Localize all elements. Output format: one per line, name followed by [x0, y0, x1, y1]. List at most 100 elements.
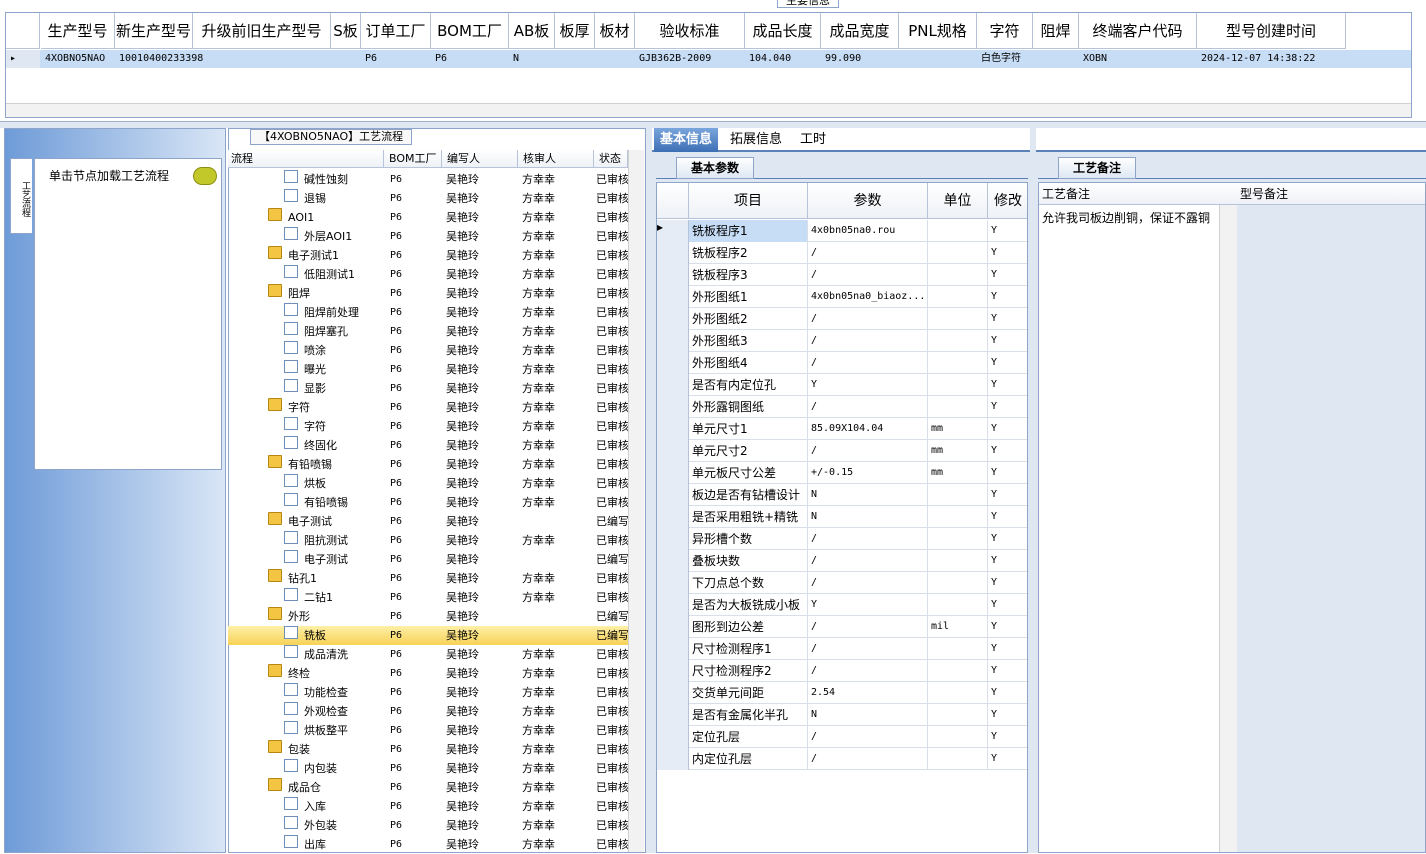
table-cell[interactable]: 4XOBNO5NAO [41, 50, 115, 68]
row-selector[interactable] [657, 726, 689, 748]
vertical-scrollbar[interactable] [628, 150, 644, 852]
tree-node[interactable]: 二钻1 P6 吴艳玲 方幸幸 已审核 [228, 588, 628, 607]
column-header[interactable]: 生产型号 [41, 13, 115, 49]
row-selector[interactable] [657, 242, 689, 264]
column-header[interactable]: 型号创建时间 [1197, 13, 1346, 49]
table-row[interactable]: 铣板程序2/ Y [657, 242, 1027, 264]
tree-column-header[interactable]: 核审人 [520, 150, 594, 168]
tree-node[interactable]: AOI1 P6 吴艳玲 方幸幸 已审核 [228, 208, 628, 227]
column-header[interactable]: 板材 [595, 13, 635, 49]
table-cell[interactable] [193, 50, 331, 68]
column-header[interactable]: 单位 [928, 183, 988, 219]
table-cell[interactable]: 99.090 [821, 50, 899, 68]
table-cell[interactable]: Y [808, 374, 928, 396]
table-cell[interactable]: 104.040 [745, 50, 821, 68]
tree-node[interactable]: 退锡 P6 吴艳玲 方幸幸 已审核 [228, 189, 628, 208]
tab-process-note[interactable]: 工艺备注 [1058, 157, 1136, 179]
table-cell[interactable]: N [808, 506, 928, 528]
table-cell[interactable]: / [808, 264, 928, 286]
tree-node[interactable]: 字符 P6 吴艳玲 方幸幸 已审核 [228, 398, 628, 417]
table-cell[interactable]: 4x0bn05na0.rou [808, 220, 928, 242]
table-row[interactable]: 外形图纸1 4x0bn05na0_biaoz... Y [657, 286, 1027, 308]
table-row[interactable]: 是否为大板铣成小板 Y Y [657, 594, 1027, 616]
tree-node[interactable]: 功能检查 P6 吴艳玲 方幸幸 已审核 [228, 683, 628, 702]
tree-node[interactable]: 终固化 P6 吴艳玲 方幸幸 已审核 [228, 436, 628, 455]
column-header[interactable]: 阻焊 [1033, 13, 1079, 49]
main-info-grid[interactable]: 生产型号 新生产型号 升级前旧生产型号 S板 订单工厂 BOM工厂 AB板 板厚 板材 验收标准成… [5, 12, 1412, 118]
table-cell[interactable] [595, 50, 635, 68]
tree-node[interactable]: 低阻测试1 P6 吴艳玲 方幸幸 已审核 [228, 265, 628, 284]
table-cell[interactable] [1033, 50, 1079, 68]
row-selector[interactable] [657, 264, 689, 286]
tree-node[interactable]: 烘板 P6 吴艳玲 方幸幸 已审核 [228, 474, 628, 493]
tree-node[interactable]: 外层AOI1 P6 吴艳玲 方幸幸 已审核 [228, 227, 628, 246]
column-header[interactable]: 成品宽度 [821, 13, 899, 49]
table-cell[interactable]: / [808, 726, 928, 748]
table-row[interactable]: 外形图纸4/ Y [657, 352, 1027, 374]
tree-node[interactable]: 碱性蚀刻 P6 吴艳玲 方幸幸 已审核 [228, 170, 628, 189]
tree-column-header[interactable]: BOM工厂 [386, 150, 442, 168]
tree-column-header[interactable]: 状态 [596, 150, 628, 168]
table-cell[interactable]: 2024-12-07 14:38:22 [1197, 50, 1346, 68]
column-header[interactable]: PNL规格 [899, 13, 977, 49]
table-row[interactable]: 图形到边公差 / mil Y [657, 616, 1027, 638]
horizontal-scrollbar[interactable] [6, 103, 1411, 117]
table-cell[interactable] [899, 50, 977, 68]
table-cell[interactable]: / [808, 440, 928, 462]
row-selector[interactable] [657, 550, 689, 572]
tree-node[interactable]: 阻焊 P6 吴艳玲 方幸幸 已审核 [228, 284, 628, 303]
row-selector[interactable] [657, 506, 689, 528]
tree-node[interactable]: 字符 P6 吴艳玲 方幸幸 已审核 [228, 417, 628, 436]
table-cell[interactable]: / [808, 748, 928, 770]
column-header[interactable]: AB板 [509, 13, 555, 49]
process-flow-vertical-tab[interactable]: 工艺流程 [10, 158, 32, 234]
tree-node[interactable]: 有铅喷锡 P6 吴艳玲 方幸幸 已审核 [228, 455, 628, 474]
column-header[interactable]: 终端客户代码 [1079, 13, 1197, 49]
table-row[interactable]: 外形露铜图纸 / Y [657, 396, 1027, 418]
table-row[interactable]: 尺寸检测程序1/ Y [657, 638, 1027, 660]
detail-tab[interactable]: 拓展信息 [724, 128, 788, 152]
row-selector[interactable] [657, 748, 689, 770]
table-row[interactable]: 下刀点总个数 / Y [657, 572, 1027, 594]
table-cell[interactable]: GJB362B-2009 [635, 50, 745, 68]
column-header[interactable]: BOM工厂 [431, 13, 509, 49]
vertical-scrollbar[interactable] [1219, 205, 1237, 852]
column-header[interactable]: 新生产型号 [115, 13, 193, 49]
table-row[interactable]: 是否采用粗铣+精铣 N Y [657, 506, 1027, 528]
row-selector[interactable] [657, 440, 689, 462]
tree-node[interactable]: 入库 P6 吴艳玲 方幸幸 已审核 [228, 797, 628, 816]
tree-node[interactable]: 成品清洗 P6 吴艳玲 方幸幸 已审核 [228, 645, 628, 664]
table-row[interactable]: 板边是否有钻槽设计 N Y [657, 484, 1027, 506]
tree-node[interactable]: 外观检查 P6 吴艳玲 方幸幸 已审核 [228, 702, 628, 721]
detail-tab[interactable]: 基本信息 [654, 128, 719, 152]
column-header[interactable]: 验收标准 [635, 13, 745, 49]
column-header[interactable]: 板厚 [555, 13, 595, 49]
tree-node[interactable]: 成品仓 P6 吴艳玲 方幸幸 已审核 [228, 778, 628, 797]
table-row[interactable]: 交货单元间距 2.54 Y [657, 682, 1027, 704]
table-cell[interactable]: / [808, 638, 928, 660]
column-header[interactable]: 升级前旧生产型号 [193, 13, 331, 49]
row-selector[interactable] [657, 418, 689, 440]
table-cell[interactable]: N [808, 484, 928, 506]
table-cell[interactable]: / [808, 550, 928, 572]
table-cell[interactable]: / [808, 308, 928, 330]
tree-node[interactable]: 烘板整平 P6 吴艳玲 方幸幸 已审核 [228, 721, 628, 740]
row-selector[interactable] [657, 528, 689, 550]
tree-node[interactable]: 有铅喷锡 P6 吴艳玲 方幸幸 已审核 [228, 493, 628, 512]
row-selector[interactable] [657, 462, 689, 484]
table-cell[interactable]: +/-0.15 [808, 462, 928, 484]
table-cell[interactable]: 10010400233398 [115, 50, 203, 68]
table-cell[interactable]: / [808, 528, 928, 550]
row-selector[interactable] [657, 572, 689, 594]
process-note-text[interactable]: 允许我司板边削铜，保证不露铜 [1042, 209, 1210, 226]
column-header[interactable]: 成品长度 [745, 13, 821, 49]
table-row[interactable]: 定位孔层 / Y [657, 726, 1027, 748]
column-header[interactable]: S板 [331, 13, 361, 49]
table-row[interactable]: ▸ 4XOBNO5NAO 10010400233398 P6 P6 N GJB362B-2… [6, 50, 1411, 68]
row-selector[interactable] [657, 352, 689, 374]
tree-node[interactable]: 电子测试 P6 吴艳玲 已编写 [228, 550, 628, 569]
row-selector[interactable] [657, 308, 689, 330]
tree-node[interactable]: 外形 P6 吴艳玲 已编写 [228, 607, 628, 626]
row-selector[interactable] [657, 594, 689, 616]
table-row[interactable]: 外形图纸3/ Y [657, 330, 1027, 352]
